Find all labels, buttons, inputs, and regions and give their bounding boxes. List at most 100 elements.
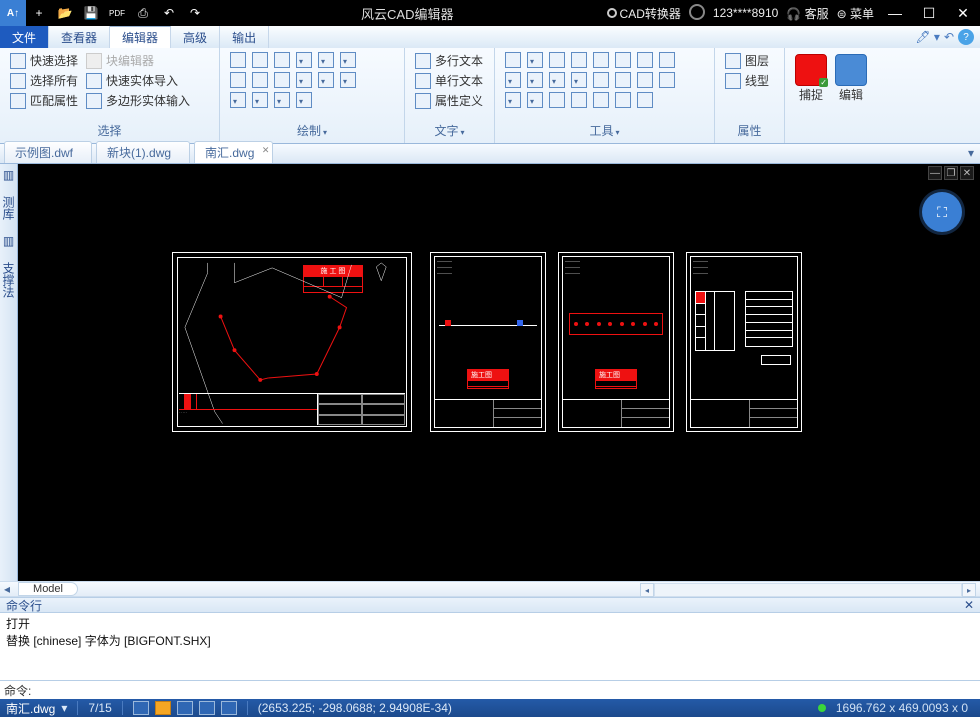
block-tool[interactable] [593, 92, 609, 108]
break-tool[interactable] [593, 72, 609, 88]
lengthen-tool[interactable] [571, 92, 587, 108]
gradient-tool[interactable] [252, 92, 268, 108]
hatch-tool[interactable] [230, 92, 246, 108]
measure-tool[interactable] [549, 92, 565, 108]
cmd-input[interactable] [35, 682, 980, 698]
boundary-tool[interactable] [274, 92, 290, 108]
attdef-button[interactable]: 属性定义 [415, 92, 483, 109]
arc-tool[interactable] [230, 72, 246, 88]
tab-file[interactable]: 文件 [0, 26, 49, 48]
close-tab-icon[interactable]: ✕ [262, 145, 270, 156]
tab-editor[interactable]: 编辑器 [110, 26, 171, 48]
qat-undo-button[interactable]: ↶ [156, 0, 182, 26]
line-tool[interactable] [230, 52, 246, 68]
ellipse-tool[interactable] [252, 72, 268, 88]
support-link[interactable]: 🎧 客服 [786, 5, 828, 22]
offset-tool[interactable] [615, 52, 631, 68]
erase-tool[interactable] [505, 92, 521, 108]
mtext-button[interactable]: 多行文本 [415, 52, 483, 69]
tab-advanced[interactable]: 高级 [171, 26, 220, 48]
canvas-min[interactable]: — [928, 166, 942, 180]
ring-tool[interactable] [296, 72, 312, 88]
menu-link[interactable]: ⊜ 菜单 [837, 5, 874, 22]
left-tab-lib[interactable]: 测库 [0, 186, 18, 230]
rotate-tool[interactable] [549, 52, 565, 68]
block-edit-button[interactable]: 块编辑器 [86, 52, 190, 69]
user-name[interactable]: 123****8910 [713, 6, 778, 20]
divide-tool[interactable] [527, 92, 543, 108]
match-prop-button[interactable]: 匹配属性 [10, 92, 78, 109]
model-tab[interactable]: Model [18, 582, 78, 596]
canvas-close[interactable]: ✕ [960, 166, 974, 180]
tabs-dropdown[interactable]: ▾ [968, 146, 974, 160]
trim-tool[interactable] [571, 52, 587, 68]
sb-file-drop[interactable]: ▾ [61, 701, 67, 715]
quick-select-button[interactable]: 快速选择 [10, 52, 78, 69]
polyline-tool[interactable] [296, 52, 312, 68]
sb-tool-1[interactable] [133, 701, 149, 715]
settings-icon[interactable]: 🖊 ▾ [915, 30, 940, 44]
qat-open-button[interactable]: 📂 [52, 0, 78, 26]
fast-import-button[interactable]: 快速实体导入 [86, 72, 190, 89]
hscrollbar[interactable]: ◂▸ [640, 583, 976, 597]
copy-tool[interactable] [527, 52, 543, 68]
canvas-max[interactable]: ❐ [944, 166, 958, 180]
scale-tool[interactable] [505, 72, 521, 88]
select-all-button[interactable]: 选择所有 [10, 72, 78, 89]
point-tool[interactable] [340, 52, 356, 68]
sb-tool-3[interactable] [177, 701, 193, 715]
minimize-button[interactable]: — [882, 3, 908, 23]
close-button[interactable]: ✕ [950, 3, 976, 23]
left-panel-icon[interactable]: ▥ [3, 168, 14, 182]
region-tool[interactable] [318, 72, 334, 88]
qat-save-button[interactable]: 💾 [78, 0, 104, 26]
stext-button[interactable]: 单行文本 [415, 72, 483, 89]
linetype-button[interactable]: 线型 [725, 72, 769, 89]
doc-tab-3[interactable]: 南汇.dwg✕ [194, 141, 273, 163]
align-tool[interactable] [659, 72, 675, 88]
viewcube-icon[interactable]: ⛶ [922, 192, 962, 232]
qat-pdf-button[interactable]: PDF [104, 0, 130, 26]
cmd-close-icon[interactable]: ✕ [964, 598, 974, 612]
doc-tab-2[interactable]: 新块(1).dwg [96, 141, 190, 163]
join-tool[interactable] [615, 72, 631, 88]
group-draw-label[interactable]: 绘制 [226, 120, 398, 143]
group-text-label[interactable]: 文字 [411, 120, 488, 143]
spline-tool[interactable] [252, 52, 268, 68]
user-avatar[interactable] [689, 4, 705, 23]
qat-redo-button[interactable]: ↷ [182, 0, 208, 26]
sb-tool-2[interactable] [155, 701, 171, 715]
chamfer-tool[interactable] [571, 72, 587, 88]
poly-import-button[interactable]: 多边形实体输入 [86, 92, 190, 109]
cloud-tool[interactable] [340, 72, 356, 88]
help-icon[interactable]: ? [958, 29, 974, 45]
qat-new-button[interactable]: + [26, 0, 52, 26]
tab-viewer[interactable]: 查看器 [49, 26, 110, 48]
drawing-canvas[interactable]: — ❐ ✕ ⛶ 施 工 图 [18, 164, 980, 581]
sb-tool-4[interactable] [199, 701, 215, 715]
polygon-tool[interactable] [318, 52, 334, 68]
help-undo-icon[interactable]: ↶ [944, 30, 954, 44]
fillet-tool[interactable] [549, 72, 565, 88]
mirror-tool[interactable] [637, 52, 653, 68]
left-panel-icon2[interactable]: ▥ [3, 234, 14, 248]
doc-tab-1[interactable]: 示例图.dwf [4, 141, 92, 163]
rect-tool[interactable] [274, 52, 290, 68]
layout-prev[interactable]: ◂ [0, 582, 14, 596]
insert-tool[interactable] [615, 92, 631, 108]
qat-print-button[interactable]: ⎙ [130, 0, 156, 26]
group-tools-label[interactable]: 工具 [501, 120, 708, 143]
left-tab-support[interactable]: 支撑法 [0, 252, 18, 308]
stretch-tool[interactable] [527, 72, 543, 88]
explode-tool[interactable] [637, 72, 653, 88]
snap-button[interactable]: ✓ 捕捉 [791, 52, 831, 139]
maximize-button[interactable]: ☐ [916, 3, 942, 23]
layer-button[interactable]: 图层 [725, 52, 769, 69]
circle-tool[interactable] [274, 72, 290, 88]
move-tool[interactable] [505, 52, 521, 68]
sb-tool-5[interactable] [221, 701, 237, 715]
tab-output[interactable]: 输出 [220, 26, 269, 48]
edit-button[interactable]: 编辑 [831, 52, 871, 139]
extend-tool[interactable] [593, 52, 609, 68]
table-tool[interactable] [296, 92, 312, 108]
